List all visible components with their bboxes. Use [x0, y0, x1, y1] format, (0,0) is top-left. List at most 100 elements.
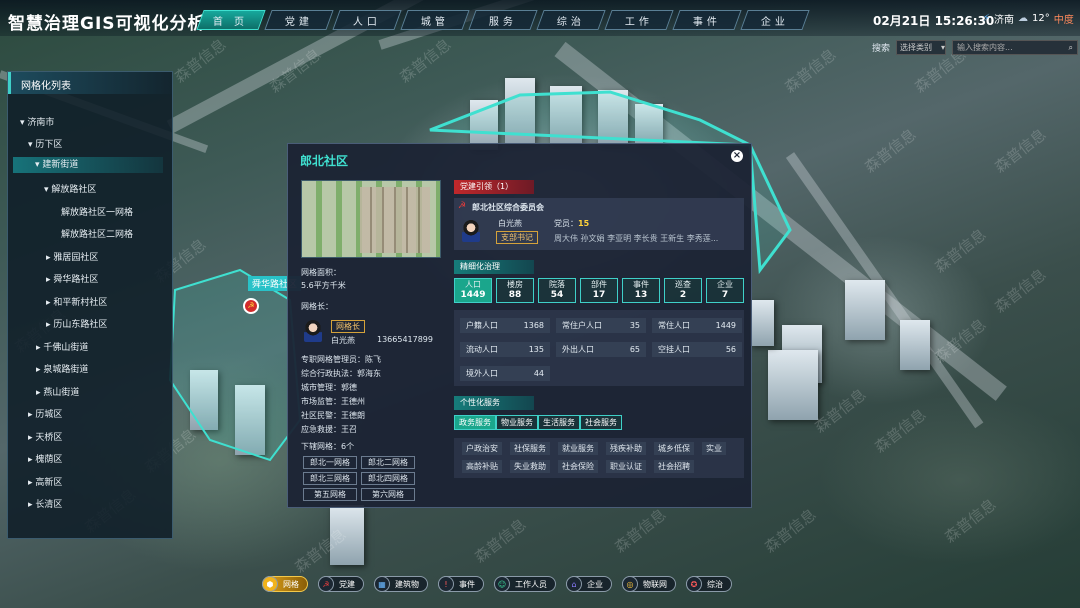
stat-population[interactable]: 人口 1449	[454, 278, 492, 303]
staff-row: 综合行政执法：郭海东	[301, 369, 381, 378]
party-emblem-icon: ☭	[458, 201, 467, 211]
staff-row: 社区民警：王德朗	[301, 411, 365, 420]
leader-name: 白光燕	[331, 336, 355, 345]
service-tab-government[interactable]: 政务服务	[454, 415, 496, 430]
tree-node-shunhualu[interactable]: ▸ 舜华路社区	[46, 272, 98, 285]
tree-node-qianfoshan[interactable]: ▸ 千佛山街道	[36, 340, 88, 353]
service-item[interactable]: 城乡低保	[654, 442, 694, 455]
service-item[interactable]: 职业认证	[606, 460, 646, 473]
nav-tab-comprehensive[interactable]: 综治	[536, 10, 606, 30]
sub-grid-chip[interactable]: 第六网格	[361, 488, 415, 501]
tree-node-yanshan[interactable]: ▸ 燕山街道	[36, 385, 79, 398]
layer-building-button[interactable]: ▦ 建筑物	[374, 576, 428, 592]
service-item[interactable]: 失业救助	[510, 460, 550, 473]
search-icon[interactable]: ⌕	[1069, 43, 1077, 53]
popup-title: 郎北社区	[300, 154, 349, 168]
population-row: 常住人口 1449	[652, 318, 742, 333]
leader-avatar	[304, 320, 322, 342]
layer-iot-button[interactable]: ◎ 物联网	[622, 576, 676, 592]
layer-staff-button[interactable]: ☺ 工作人员	[494, 576, 556, 592]
stat-patrols[interactable]: 巡查 2	[664, 278, 702, 303]
weather-temp: 12°	[1032, 13, 1050, 24]
staff-row: 市场监管：王德州	[301, 397, 365, 406]
close-icon[interactable]: ×	[731, 150, 743, 162]
grid-area-label: 网格面积：	[301, 268, 341, 277]
party-members-label: 党员：15	[554, 219, 590, 228]
app-title: 智慧治理GIS可视化分析	[8, 14, 206, 34]
tree-node-quanchenglu[interactable]: ▸ 泉城路街道	[36, 362, 88, 375]
secretary-role: 支部书记	[496, 231, 538, 244]
service-item[interactable]: 高龄补贴	[462, 460, 502, 473]
layer-events-button[interactable]: ! 事件	[438, 576, 484, 592]
layer-party-button[interactable]: ☭ 党建	[318, 576, 364, 592]
tree-node-gaoxin[interactable]: ▸ 高新区	[28, 475, 62, 488]
service-tab-social[interactable]: 社会服务	[580, 415, 622, 430]
tree-node-tianqiao[interactable]: ▸ 天桥区	[28, 430, 62, 443]
service-tab-property[interactable]: 物业服务	[496, 415, 538, 430]
map-party-marker-icon[interactable]: ☭	[243, 298, 259, 314]
population-row: 户籍人口 1368	[460, 318, 550, 333]
grid-area-value: 5.6平方千米	[301, 281, 346, 290]
tree-node-jiefanglu-grid2[interactable]: 解放路社区二网格	[61, 227, 133, 240]
stat-components[interactable]: 部件 17	[580, 278, 618, 303]
stat-enterprises[interactable]: 企业 7	[706, 278, 744, 303]
tree-node-hepingxincun[interactable]: ▸ 和平新村社区	[46, 295, 107, 308]
nav-tab-party[interactable]: 党建	[264, 10, 334, 30]
leader-tag: 网格长	[331, 320, 365, 333]
tree-node-lixia[interactable]: ▾ 历下区	[28, 137, 62, 150]
nav-tab-work[interactable]: 工作	[604, 10, 674, 30]
search-input[interactable]: 输入搜索内容... ⌕	[952, 40, 1079, 55]
tree-node-lishandonglu[interactable]: ▸ 历山东路社区	[46, 317, 107, 330]
nav-tab-service[interactable]: 服务	[468, 10, 538, 30]
sub-grid-chip[interactable]: 郎北二网格	[361, 456, 415, 469]
population-row: 空挂人口 56	[652, 342, 742, 357]
nav-tab-population[interactable]: 人口	[332, 10, 402, 30]
service-item[interactable]: 社保服务	[510, 442, 550, 455]
sub-grid-chip[interactable]: 郎北一网格	[303, 456, 357, 469]
tree-node-yajuyuan[interactable]: ▸ 雅居园社区	[46, 250, 98, 263]
tree-node-jinan[interactable]: ▾ 济南市	[20, 115, 54, 128]
service-item[interactable]: 就业服务	[558, 442, 598, 455]
sub-grid-chip[interactable]: 第五网格	[303, 488, 357, 501]
nav-tab-home[interactable]: 首 页	[196, 10, 266, 30]
layer-comprehensive-button[interactable]: ✪ 综治	[686, 576, 732, 592]
service-tab-life[interactable]: 生活服务	[538, 415, 580, 430]
population-table: 户籍人口 1368 常住户人口 35 常住人口 1449 流动人口 135 外出人口 65…	[454, 310, 744, 386]
community-popup: 郎北社区 × 网格面积： 5.6平方千米 网格长： 网格长 白光燕 136654…	[287, 143, 752, 508]
category-select[interactable]: 选择类别 ▾	[896, 40, 947, 55]
service-item[interactable]: 社会保险	[558, 460, 598, 473]
layer-enterprise-button[interactable]: ⌂ 企业	[566, 576, 612, 592]
service-item[interactable]: 残疾补助	[606, 442, 646, 455]
secretary-name: 白光燕	[498, 219, 522, 228]
iot-icon: ◎	[622, 576, 638, 592]
nav-tab-events[interactable]: 事件	[672, 10, 742, 30]
sub-grid-chip[interactable]: 郎北三网格	[303, 472, 357, 485]
sub-grid-chip[interactable]: 郎北四网格	[361, 472, 415, 485]
service-items: 户政治安 社保服务 就业服务 残疾补助 城乡低保 实业 高龄补贴 失业救助 社会…	[454, 438, 744, 478]
main-nav: 首 页 党建 人口 城管 服务 综治 工作 事件 企业	[196, 10, 810, 30]
search-bar: 搜索 选择类别 ▾ 输入搜索内容... ⌕	[872, 40, 1079, 55]
grid-leader-label: 网格长：	[301, 302, 333, 311]
tree-node-huaiyin[interactable]: ▸ 槐荫区	[28, 452, 62, 465]
nav-tab-enterprise[interactable]: 企业	[740, 10, 810, 30]
fine-governance-title: 精细化治理	[454, 260, 534, 274]
tree-node-jianxin[interactable]: ▾ 建新街道	[13, 157, 163, 173]
stat-events[interactable]: 事件 13	[622, 278, 660, 303]
layer-grid-button[interactable]: ⬢ 网格	[262, 576, 308, 592]
service-item[interactable]: 实业	[702, 442, 726, 455]
stat-buildings[interactable]: 楼房 88	[496, 278, 534, 303]
population-row: 外出人口 65	[556, 342, 646, 357]
bottom-layer-bar: ⬢ 网格 ☭ 党建 ▦ 建筑物 ! 事件 ☺ 工作人员 ⌂ 企业 ◎ 物联网 ✪ 综治	[262, 576, 732, 592]
service-item[interactable]: 户政治安	[462, 442, 502, 455]
tree-node-jiefanglu-grid1[interactable]: 解放路社区一网格	[61, 205, 133, 218]
community-photo	[301, 180, 441, 258]
stat-courtyards[interactable]: 院落 54	[538, 278, 576, 303]
nav-tab-urban-management[interactable]: 城管	[400, 10, 470, 30]
alert-icon: !	[438, 576, 454, 592]
tree-node-licheng[interactable]: ▸ 历城区	[28, 407, 62, 420]
leader-phone: 13665417899	[377, 335, 433, 344]
party-icon: ☭	[318, 576, 334, 592]
tree-node-changqing[interactable]: ▸ 长清区	[28, 497, 62, 510]
tree-node-jiefanglu[interactable]: ▾ 解放路社区	[44, 182, 96, 195]
service-item[interactable]: 社会招聘	[654, 460, 694, 473]
